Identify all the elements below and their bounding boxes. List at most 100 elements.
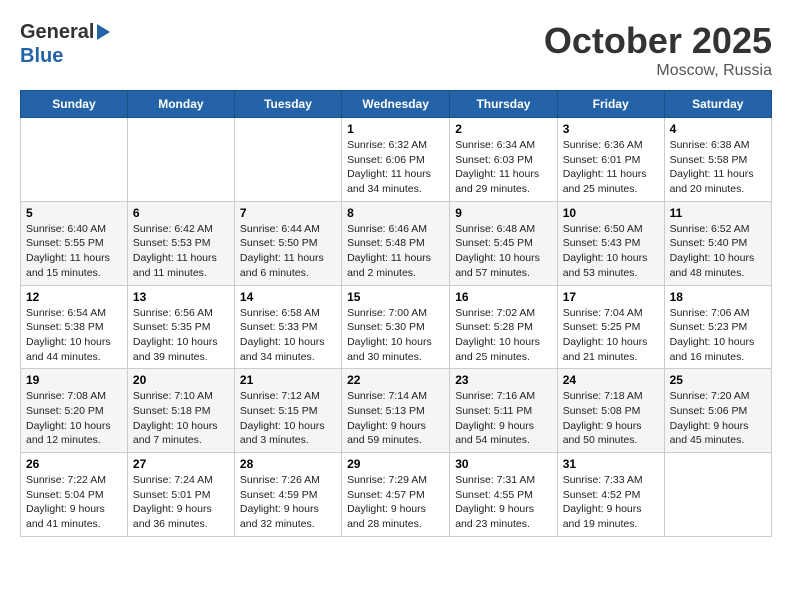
week-row-4: 26 Sunrise: 7:22 AMSunset: 5:04 PMDayligh…	[21, 453, 772, 537]
day-number: 26	[26, 457, 122, 471]
day-number: 25	[670, 373, 766, 387]
day-number: 11	[670, 206, 766, 220]
day-number: 13	[133, 290, 229, 304]
day-number: 30	[455, 457, 551, 471]
day-info: Sunrise: 6:36 AMSunset: 6:01 PMDaylight:…	[563, 138, 659, 197]
col-friday: Friday	[557, 91, 664, 118]
col-monday: Monday	[127, 91, 234, 118]
day-cell: 24 Sunrise: 7:18 AMSunset: 5:08 PMDayligh…	[557, 369, 664, 453]
day-number: 9	[455, 206, 551, 220]
day-number: 24	[563, 373, 659, 387]
day-number: 7	[240, 206, 336, 220]
day-cell: 19 Sunrise: 7:08 AMSunset: 5:20 PMDayligh…	[21, 369, 128, 453]
day-cell: 1 Sunrise: 6:32 AMSunset: 6:06 PMDaylight…	[342, 118, 450, 202]
week-row-2: 12 Sunrise: 6:54 AMSunset: 5:38 PMDayligh…	[21, 285, 772, 369]
day-info: Sunrise: 6:44 AMSunset: 5:50 PMDaylight:…	[240, 222, 336, 281]
col-saturday: Saturday	[664, 91, 771, 118]
logo-line2: Blue	[20, 44, 110, 68]
day-number: 16	[455, 290, 551, 304]
day-cell: 14 Sunrise: 6:58 AMSunset: 5:33 PMDayligh…	[234, 285, 341, 369]
day-number: 21	[240, 373, 336, 387]
day-number: 10	[563, 206, 659, 220]
location: Moscow, Russia	[544, 62, 772, 80]
day-info: Sunrise: 7:02 AMSunset: 5:28 PMDaylight:…	[455, 306, 551, 365]
day-info: Sunrise: 7:16 AMSunset: 5:11 PMDaylight:…	[455, 389, 551, 448]
day-info: Sunrise: 6:48 AMSunset: 5:45 PMDaylight:…	[455, 222, 551, 281]
col-sunday: Sunday	[21, 91, 128, 118]
day-info: Sunrise: 6:42 AMSunset: 5:53 PMDaylight:…	[133, 222, 229, 281]
day-number: 4	[670, 122, 766, 136]
day-info: Sunrise: 6:58 AMSunset: 5:33 PMDaylight:…	[240, 306, 336, 365]
day-number: 1	[347, 122, 444, 136]
day-info: Sunrise: 7:24 AMSunset: 5:01 PMDaylight:…	[133, 473, 229, 532]
day-info: Sunrise: 7:29 AMSunset: 4:57 PMDaylight:…	[347, 473, 444, 532]
day-cell: 8 Sunrise: 6:46 AMSunset: 5:48 PMDaylight…	[342, 201, 450, 285]
day-number: 19	[26, 373, 122, 387]
day-cell: 22Sunrise: 7:14 AMSunset: 5:13 PMDayligh…	[342, 369, 450, 453]
day-cell: 16 Sunrise: 7:02 AMSunset: 5:28 PMDayligh…	[450, 285, 557, 369]
week-row-0: 1 Sunrise: 6:32 AMSunset: 6:06 PMDaylight…	[21, 118, 772, 202]
day-info: Sunrise: 6:46 AMSunset: 5:48 PMDaylight:…	[347, 222, 444, 281]
col-thursday: Thursday	[450, 91, 557, 118]
day-number: 23	[455, 373, 551, 387]
day-cell: 2 Sunrise: 6:34 AMSunset: 6:03 PMDaylight…	[450, 118, 557, 202]
col-wednesday: Wednesday	[342, 91, 450, 118]
day-number: 29	[347, 457, 444, 471]
day-info: Sunrise: 6:32 AMSunset: 6:06 PMDaylight:…	[347, 138, 444, 197]
calendar-table: Sunday Monday Tuesday Wednesday Thursday…	[20, 90, 772, 537]
day-cell: 29 Sunrise: 7:29 AMSunset: 4:57 PMDayligh…	[342, 453, 450, 537]
day-cell: 12 Sunrise: 6:54 AMSunset: 5:38 PMDayligh…	[21, 285, 128, 369]
day-cell: 26 Sunrise: 7:22 AMSunset: 5:04 PMDayligh…	[21, 453, 128, 537]
day-cell: 21 Sunrise: 7:12 AMSunset: 5:15 PMDayligh…	[234, 369, 341, 453]
day-cell: 10 Sunrise: 6:50 AMSunset: 5:43 PMDayligh…	[557, 201, 664, 285]
day-cell: 31 Sunrise: 7:33 AMSunset: 4:52 PMDayligh…	[557, 453, 664, 537]
day-info: Sunrise: 6:50 AMSunset: 5:43 PMDaylight:…	[563, 222, 659, 281]
day-cell: 13 Sunrise: 6:56 AMSunset: 5:35 PMDayligh…	[127, 285, 234, 369]
day-info: Sunrise: 7:08 AMSunset: 5:20 PMDaylight:…	[26, 389, 122, 448]
day-number: 14	[240, 290, 336, 304]
day-cell: 5Sunrise: 6:40 AMSunset: 5:55 PMDaylight…	[21, 201, 128, 285]
week-row-3: 19 Sunrise: 7:08 AMSunset: 5:20 PMDayligh…	[21, 369, 772, 453]
day-info: Sunrise: 7:33 AMSunset: 4:52 PMDaylight:…	[563, 473, 659, 532]
day-info: Sunrise: 6:52 AMSunset: 5:40 PMDaylight:…	[670, 222, 766, 281]
day-info: Sunrise: 7:20 AMSunset: 5:06 PMDaylight:…	[670, 389, 766, 448]
day-number: 12	[26, 290, 122, 304]
day-number: 20	[133, 373, 229, 387]
day-info: Sunrise: 6:56 AMSunset: 5:35 PMDaylight:…	[133, 306, 229, 365]
day-cell: 27Sunrise: 7:24 AMSunset: 5:01 PMDayligh…	[127, 453, 234, 537]
day-info: Sunrise: 7:04 AMSunset: 5:25 PMDaylight:…	[563, 306, 659, 365]
day-cell	[234, 118, 341, 202]
day-cell: 6Sunrise: 6:42 AMSunset: 5:53 PMDaylight…	[127, 201, 234, 285]
month-year: October 2025	[544, 20, 772, 62]
day-number: 3	[563, 122, 659, 136]
calendar-header: Sunday Monday Tuesday Wednesday Thursday…	[21, 91, 772, 118]
month-title: October 2025 Moscow, Russia	[544, 20, 772, 80]
day-info: Sunrise: 7:31 AMSunset: 4:55 PMDaylight:…	[455, 473, 551, 532]
day-number: 28	[240, 457, 336, 471]
day-cell: 3 Sunrise: 6:36 AMSunset: 6:01 PMDaylight…	[557, 118, 664, 202]
day-number: 17	[563, 290, 659, 304]
week-row-1: 5Sunrise: 6:40 AMSunset: 5:55 PMDaylight…	[21, 201, 772, 285]
day-cell: 11 Sunrise: 6:52 AMSunset: 5:40 PMDayligh…	[664, 201, 771, 285]
day-info: Sunrise: 7:18 AMSunset: 5:08 PMDaylight:…	[563, 389, 659, 448]
day-cell: 23 Sunrise: 7:16 AMSunset: 5:11 PMDayligh…	[450, 369, 557, 453]
calendar-body: 1 Sunrise: 6:32 AMSunset: 6:06 PMDaylight…	[21, 118, 772, 537]
day-info: Sunrise: 7:00 AMSunset: 5:30 PMDaylight:…	[347, 306, 444, 365]
logo-line1: General	[20, 20, 94, 44]
day-number: 22	[347, 373, 444, 387]
day-info: Sunrise: 6:54 AMSunset: 5:38 PMDaylight:…	[26, 306, 122, 365]
day-number: 31	[563, 457, 659, 471]
day-info: Sunrise: 7:22 AMSunset: 5:04 PMDaylight:…	[26, 473, 122, 532]
day-info: Sunrise: 6:40 AMSunset: 5:55 PMDaylight:…	[26, 222, 122, 281]
day-cell: 25 Sunrise: 7:20 AMSunset: 5:06 PMDayligh…	[664, 369, 771, 453]
day-cell: 28Sunrise: 7:26 AMSunset: 4:59 PMDayligh…	[234, 453, 341, 537]
day-cell: 9 Sunrise: 6:48 AMSunset: 5:45 PMDaylight…	[450, 201, 557, 285]
day-number: 2	[455, 122, 551, 136]
day-cell	[664, 453, 771, 537]
day-cell: 30 Sunrise: 7:31 AMSunset: 4:55 PMDayligh…	[450, 453, 557, 537]
day-cell: 17 Sunrise: 7:04 AMSunset: 5:25 PMDayligh…	[557, 285, 664, 369]
day-info: Sunrise: 6:34 AMSunset: 6:03 PMDaylight:…	[455, 138, 551, 197]
day-info: Sunrise: 6:38 AMSunset: 5:58 PMDaylight:…	[670, 138, 766, 197]
day-info: Sunrise: 7:12 AMSunset: 5:15 PMDaylight:…	[240, 389, 336, 448]
day-number: 8	[347, 206, 444, 220]
